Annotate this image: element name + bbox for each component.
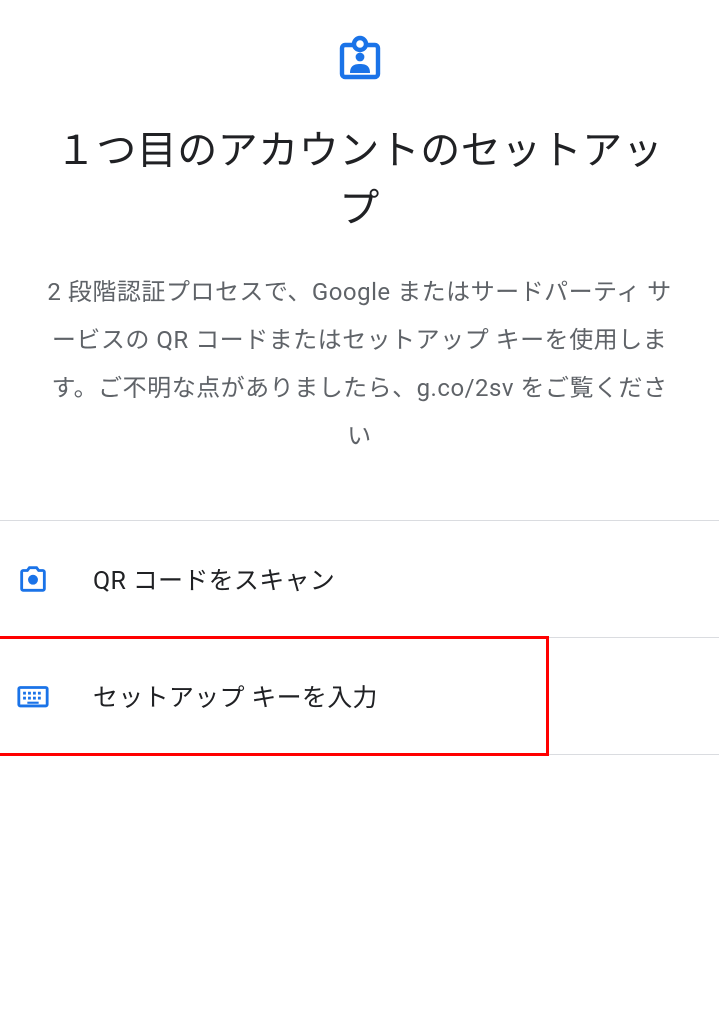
keyboard-icon	[15, 678, 51, 714]
setup-options-list: QR コードをスキャン セットアップ キーを入力	[0, 520, 719, 755]
enter-key-label: セットアップ キーを入力	[93, 678, 378, 714]
account-box-icon	[336, 35, 384, 87]
camera-icon	[15, 561, 51, 597]
scan-qr-option[interactable]: QR コードをスキャン	[0, 520, 719, 638]
header-icon-wrapper	[40, 35, 679, 87]
scan-qr-label: QR コードをスキャン	[93, 561, 335, 597]
page-description: 2 段階認証プロセスで、Google またはサードパーティ サービスの QR コ…	[40, 268, 679, 460]
enter-key-option[interactable]: セットアップ キーを入力	[0, 638, 719, 755]
page-title: １つ目のアカウントのセットアップ	[40, 122, 679, 238]
